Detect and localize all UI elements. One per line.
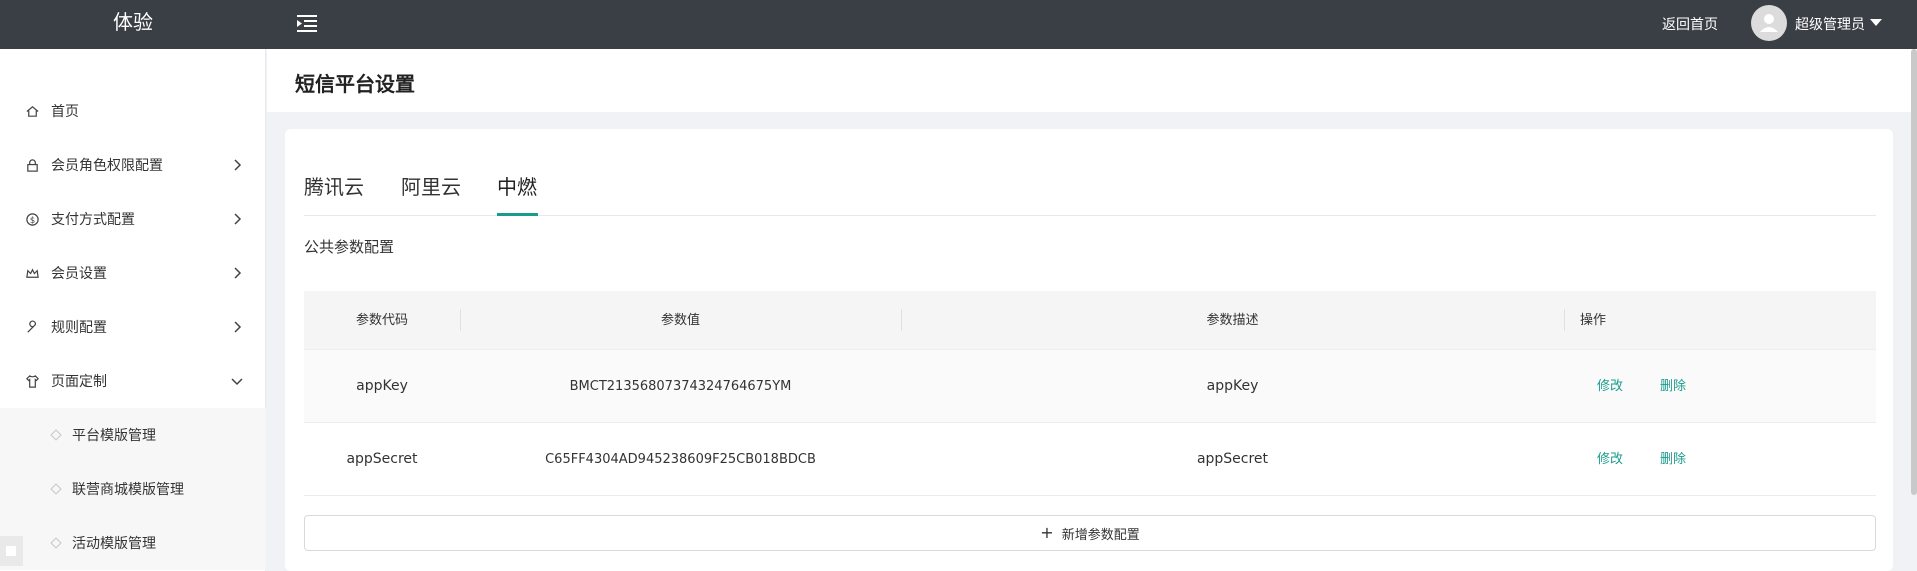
column-header-actions: 操作 xyxy=(1580,313,1607,328)
table-header: 参数代码 参数值 参数描述 操作 xyxy=(304,291,1876,350)
square-icon xyxy=(6,546,16,556)
tab-aliyun[interactable]: 阿里云 xyxy=(401,171,461,200)
svg-text:$: $ xyxy=(30,214,35,224)
param-value: BMCT21356807374324764675YM xyxy=(569,379,792,394)
content-card: 腾讯云 阿里云 中燃 公共参数配置 参数代码 参数值 参数描述 操作 appKe… xyxy=(285,129,1893,571)
username-dropdown[interactable]: 超级管理员 xyxy=(1795,14,1865,34)
chevron-right-icon xyxy=(234,321,242,333)
column-header-desc: 参数描述 xyxy=(1206,313,1259,328)
sidebar-subitem-platform-template[interactable]: 平台模版管理 xyxy=(0,408,266,462)
param-code: appKey xyxy=(356,378,408,394)
sidebar-item-label: 规则配置 xyxy=(51,320,107,336)
sidebar-item-member-settings[interactable]: 会员设置 xyxy=(0,246,266,300)
section-title: 公共参数配置 xyxy=(304,238,395,256)
param-code: appSecret xyxy=(346,451,418,467)
chevron-right-icon xyxy=(234,267,242,279)
chevron-right-icon xyxy=(234,213,242,225)
column-divider xyxy=(1564,309,1565,331)
edit-button[interactable]: 修改 xyxy=(1597,350,1623,423)
tab-bar: 腾讯云 阿里云 中燃 xyxy=(304,129,1876,216)
delete-button[interactable]: 删除 xyxy=(1660,350,1686,423)
column-header-code: 参数代码 xyxy=(355,313,408,328)
diamond-icon xyxy=(50,483,62,495)
crown-icon xyxy=(26,267,39,278)
sidebar-item-label: 页面定制 xyxy=(51,374,107,390)
active-tab-indicator xyxy=(497,213,538,216)
sidebar-item-label: 支付方式配置 xyxy=(51,212,135,228)
caret-down-icon[interactable] xyxy=(1870,19,1882,26)
table-row: appKey BMCT21356807374324764675YM appKey… xyxy=(304,350,1876,423)
brand-title: 体验 xyxy=(113,10,153,34)
home-icon xyxy=(26,105,39,117)
sidebar: 首页会员角色权限配置 $ 支付方式配置 会员设置规则配置页面定制平台模版管理联营商城模… xyxy=(0,49,266,571)
avatar[interactable] xyxy=(1751,5,1787,41)
table-row: appSecret C65FF4304AD945238609F25CB018BD… xyxy=(304,423,1876,496)
edit-button[interactable]: 修改 xyxy=(1597,423,1623,496)
tab-zhongran[interactable]: 中燃 xyxy=(497,171,537,200)
sidebar-item-rules[interactable]: 规则配置 xyxy=(0,300,266,354)
column-header-value: 参数值 xyxy=(660,313,700,328)
sidebar-subitem-label: 联营商城模版管理 xyxy=(72,482,184,498)
sidebar-item-label: 会员设置 xyxy=(51,266,107,282)
sidebar-subitem-label: 平台模版管理 xyxy=(72,428,156,444)
page-scrollbar[interactable] xyxy=(1911,49,1917,495)
page-header: 短信平台设置 xyxy=(267,49,1917,112)
param-desc: appKey xyxy=(1206,378,1259,394)
sidebar-subitem-label: 活动模版管理 xyxy=(72,536,156,552)
dollar-circle-icon: $ xyxy=(26,212,39,226)
sidebar-item-member-role[interactable]: 会员角色权限配置 xyxy=(0,138,266,192)
sidebar-subitem-joint-mall-template[interactable]: 联营商城模版管理 xyxy=(0,462,266,516)
user-icon xyxy=(1760,14,1778,32)
plus-icon: + xyxy=(1040,523,1054,542)
lock-icon xyxy=(27,158,38,172)
chevron-right-icon xyxy=(234,159,242,171)
param-desc: appSecret xyxy=(1196,451,1269,467)
sidebar-item-label: 首页 xyxy=(51,104,79,120)
back-home-link[interactable]: 返回首页 xyxy=(1662,14,1718,34)
sidebar-item-label: 会员角色权限配置 xyxy=(51,158,163,174)
tab-tencent-cloud[interactable]: 腾讯云 xyxy=(304,171,364,200)
shirt-icon xyxy=(26,374,39,388)
diamond-icon xyxy=(50,537,62,549)
sidebar-subitem-activity-template[interactable]: 活动模版管理 xyxy=(0,516,266,570)
page-title: 短信平台设置 xyxy=(295,72,415,96)
sidebar-item-payment[interactable]: $ 支付方式配置 xyxy=(0,192,266,246)
sidebar-item-page-custom[interactable]: 页面定制 xyxy=(0,354,266,408)
chevron-down-icon xyxy=(231,378,243,386)
top-bar: 体验 返回首页 超级管理员 xyxy=(0,0,1917,49)
diamond-icon xyxy=(50,429,62,441)
delete-button[interactable]: 删除 xyxy=(1660,423,1686,496)
param-value: C65FF4304AD945238609F25CB018BDCB xyxy=(545,452,816,467)
sidebar-item-home[interactable]: 首页 xyxy=(0,84,266,138)
add-param-button[interactable]: + 新增参数配置 xyxy=(304,515,1876,551)
wrench-icon xyxy=(27,319,36,333)
add-param-label: 新增参数配置 xyxy=(1061,527,1140,543)
sidebar-collapse-handle[interactable] xyxy=(0,536,23,566)
menu-toggle-icon[interactable] xyxy=(295,13,319,33)
